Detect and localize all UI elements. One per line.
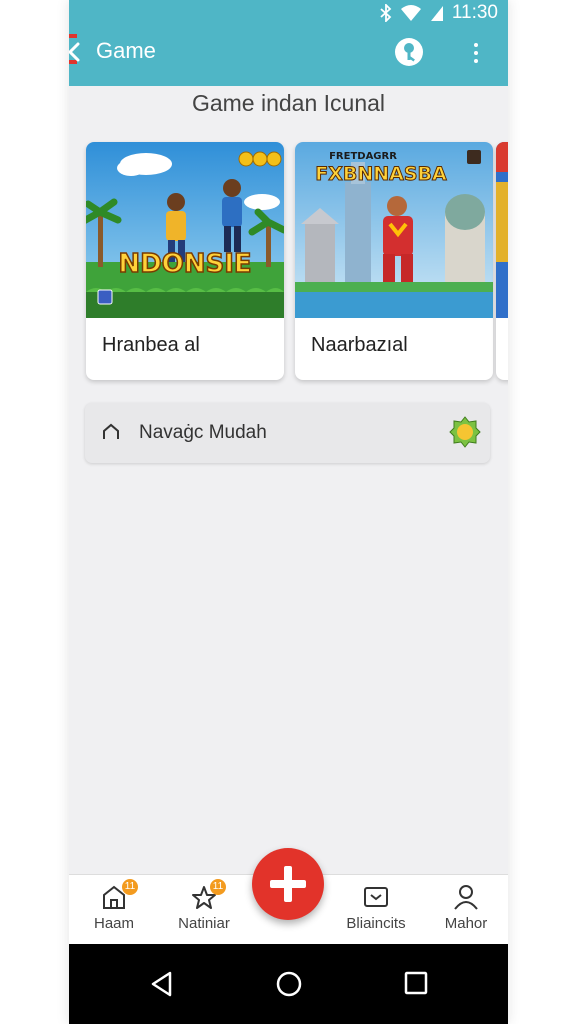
list-row-label: Navaġc Mudah	[139, 422, 267, 443]
nav-natiniar-badge: 11	[210, 879, 226, 895]
star-badge-icon	[449, 416, 481, 448]
app-bar: 11:30 Game	[69, 0, 508, 86]
home-outline-icon	[103, 423, 119, 439]
back-arrow-icon[interactable]	[69, 40, 81, 64]
phone-screen: 11:30 Game Game indan Icunal NDONSIE Hra…	[69, 0, 508, 1024]
back-triangle-icon[interactable]	[150, 970, 174, 998]
nav-item-label: Bliaincits	[346, 915, 406, 932]
nav-item-home[interactable]: 11 Haam	[74, 875, 154, 945]
key-icon	[404, 43, 415, 62]
game-card-label-1: Hranbea al	[102, 334, 200, 356]
more-vert-icon[interactable]	[469, 40, 483, 66]
add-fab-button[interactable]	[252, 848, 324, 920]
inbox-icon	[364, 887, 388, 907]
nav-item-natiniar[interactable]: 11 Natiniar	[164, 875, 244, 945]
nav-item-label: Haam	[93, 915, 134, 932]
game-thumbnail-3	[496, 142, 508, 318]
status-time: 11:30	[451, 2, 498, 23]
nav-item-bliaincits[interactable]: Bliaincits	[336, 875, 416, 945]
page-title: Game	[96, 38, 156, 63]
key-button[interactable]	[395, 38, 423, 66]
game-card-label-2: Naarbazıal	[311, 334, 408, 356]
recents-square-icon[interactable]	[403, 970, 429, 996]
game-thumbnail-2: FRETDAGRR FXBNNASBA	[295, 142, 493, 318]
person-icon	[454, 885, 478, 910]
game-card-2[interactable]: FRETDAGRR FXBNNASBA Naarbazıal	[295, 142, 493, 380]
status-bar: 11:30	[379, 2, 498, 24]
game-card-3-peek[interactable]	[496, 142, 508, 380]
system-navigation-bar	[69, 944, 508, 1024]
nav-home-badge: 11	[122, 879, 138, 895]
home-circle-icon[interactable]	[275, 970, 303, 998]
nav-item-mahor[interactable]: Mahor	[426, 875, 506, 945]
signal-icon	[430, 6, 443, 21]
bluetooth-icon	[380, 4, 392, 22]
game-thumbnail-1: NDONSIE	[86, 142, 284, 318]
nav-item-label: Mahor	[444, 915, 488, 932]
game-art-title-2: FXBNNASBA	[315, 163, 447, 185]
list-row-navagc-mudah[interactable]: Navaġc Mudah	[85, 403, 490, 463]
section-title: Game indan Icunal	[191, 90, 386, 116]
game-card-1[interactable]: NDONSIE Hranbea al	[86, 142, 284, 380]
nav-item-label: Natiniar	[178, 915, 230, 932]
wifi-icon	[400, 5, 421, 21]
game-art-title-1: NDONSIE	[118, 249, 251, 279]
game-art-subtitle-2: FRETDAGRR	[329, 151, 397, 162]
